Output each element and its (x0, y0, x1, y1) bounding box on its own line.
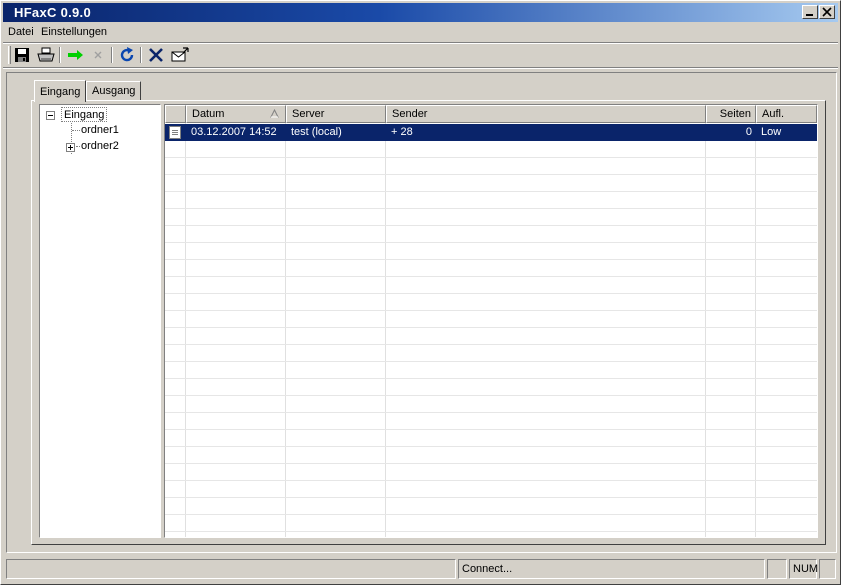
menu-datei[interactable]: Datei (8, 26, 34, 38)
cell-seiten: 0 (745, 126, 752, 138)
empty-row (165, 447, 817, 464)
cell-datum: 03.12.2007 14:52 (191, 126, 277, 138)
minimize-button[interactable] (802, 5, 818, 19)
window-title: HFaxC 0.9.0 (14, 5, 92, 20)
menu-einstellungen[interactable]: Einstellungen (41, 26, 107, 38)
empty-row (165, 294, 817, 311)
empty-row (165, 481, 817, 498)
empty-row (165, 226, 817, 243)
empty-row (165, 328, 817, 345)
column-header-seiten[interactable]: Seiten (706, 105, 756, 123)
status-pane-connection: Connect... (458, 559, 765, 579)
cell-aufl: Low (761, 126, 782, 138)
empty-row (165, 464, 817, 481)
tree-line (72, 130, 80, 131)
empty-row (165, 175, 817, 192)
close-button[interactable] (819, 5, 835, 19)
fax-list[interactable]: Datum Server Sender Seiten Aufl. 03.12.2… (164, 104, 818, 538)
list-header: Datum Server Sender Seiten Aufl. (165, 105, 817, 123)
empty-row (165, 498, 817, 515)
tree-node-ordner2[interactable]: ordner2 (81, 139, 119, 154)
send-fax-icon (171, 47, 189, 62)
column-header-datum-label: Datum (192, 108, 225, 120)
empty-row (165, 379, 817, 396)
empty-row (165, 192, 817, 209)
column-header-aufl[interactable]: Aufl. (756, 105, 817, 123)
empty-row (165, 515, 817, 532)
toolbar-grip[interactable] (8, 46, 11, 64)
print-icon (37, 47, 55, 62)
status-pane-num: NUM (789, 559, 818, 579)
empty-row (165, 413, 817, 430)
toolbar-separator (111, 47, 113, 63)
status-bar: Connect... NUM (3, 557, 838, 582)
expand-ordner2-toggle[interactable] (66, 143, 75, 152)
empty-row (165, 243, 817, 260)
send-fax-button[interactable] (169, 46, 189, 64)
empty-row (165, 141, 817, 158)
delete-button[interactable] (146, 46, 166, 64)
tree-node-ordner1[interactable]: ordner1 (81, 123, 119, 138)
toolbar-separator (140, 47, 142, 63)
column-header-seiten-label: Seiten (719, 108, 751, 120)
empty-row (165, 260, 817, 277)
empty-row (165, 396, 817, 413)
app-window: HFaxC 0.9.0 Datei Einstellungen Eingang … (0, 0, 841, 585)
column-header-icon[interactable] (165, 105, 186, 123)
print-button[interactable] (35, 46, 55, 64)
toolbar (3, 44, 838, 66)
empty-row (165, 430, 817, 447)
status-pane-caps (767, 559, 787, 579)
table-row[interactable]: 03.12.2007 14:52 test (local) + 28 0 Low (165, 124, 817, 141)
empty-row (165, 311, 817, 328)
delete-icon (149, 48, 163, 62)
status-pane-main (6, 559, 456, 579)
forward-arrow-icon (68, 50, 83, 60)
fax-document-icon (169, 126, 181, 139)
forward-button[interactable] (65, 46, 85, 64)
empty-row (165, 532, 817, 537)
collapse-eingang-toggle[interactable] (46, 111, 55, 120)
sort-ascending-icon (270, 109, 279, 118)
close-icon (822, 7, 832, 17)
menu-bar: Datei Einstellungen (3, 24, 838, 42)
disabled-x-icon (94, 51, 102, 59)
tab-ausgang[interactable]: Ausgang (86, 81, 142, 101)
empty-row (165, 345, 817, 362)
column-header-server[interactable]: Server (286, 105, 386, 123)
cell-server: test (local) (291, 126, 342, 138)
tree-node-eingang[interactable]: Eingang (61, 107, 108, 122)
save-icon (15, 48, 29, 62)
cell-sender: + 28 (391, 126, 413, 138)
tree-line (76, 146, 80, 147)
toolbar-divider (3, 67, 838, 69)
empty-row (165, 362, 817, 379)
toolbar-separator (59, 47, 61, 63)
column-header-datum[interactable]: Datum (186, 105, 286, 123)
empty-row (165, 158, 817, 175)
refresh-icon (120, 47, 134, 62)
save-button[interactable] (12, 46, 32, 64)
folder-tree[interactable]: Eingang ordner1 ordner2 (39, 104, 161, 538)
empty-row (165, 277, 817, 294)
tab-eingang[interactable]: Eingang (34, 80, 87, 102)
status-pane-scroll (819, 559, 836, 579)
empty-row (165, 209, 817, 226)
refresh-button[interactable] (117, 46, 137, 64)
title-bar[interactable]: HFaxC 0.9.0 (3, 3, 838, 22)
column-header-sender[interactable]: Sender (386, 105, 706, 123)
cancel-button[interactable] (88, 46, 108, 64)
